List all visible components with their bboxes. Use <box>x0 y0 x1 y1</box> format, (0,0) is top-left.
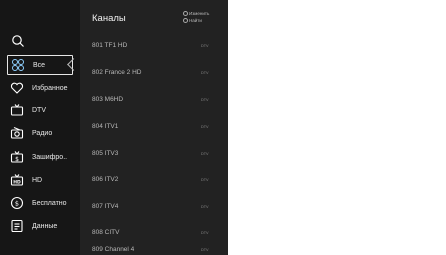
channel-type: DTV <box>201 125 209 129</box>
channel-type: DTV <box>201 152 209 156</box>
tv-icon <box>10 103 24 117</box>
search-icon[interactable] <box>11 34 25 48</box>
sidebar-item-label: Все <box>33 61 46 69</box>
sidebar-item-favorites[interactable]: Избранное <box>7 78 73 98</box>
category-sidebar: Все Избранное DTV Радио $ Зашифро.. HD H… <box>0 0 80 255</box>
free-icon: $ <box>10 196 24 210</box>
channel-row[interactable]: 807 ITV4 DTV <box>80 193 228 220</box>
channel-type: DTV <box>201 178 209 182</box>
channel-type: DTV <box>201 205 209 209</box>
channel-row[interactable]: 806 ITV2 DTV <box>80 166 228 193</box>
sidebar-item-all[interactable]: Все <box>7 55 73 75</box>
channel-row[interactable]: 809 Channel 4 DTV <box>80 236 228 255</box>
channel-row[interactable]: 802 France 2 HD DTV <box>80 59 228 86</box>
sidebar-item-radio[interactable]: Радио <box>7 123 73 143</box>
radio-icon <box>10 126 24 140</box>
channel-row[interactable]: 801 TF1 HD DTV <box>80 32 228 59</box>
sidebar-item-label: Данные <box>32 222 58 230</box>
key-hint-icon <box>183 18 188 23</box>
key-hint-icon <box>183 11 188 16</box>
channel-type: DTV <box>201 98 209 102</box>
channel-type: DTV <box>201 248 209 252</box>
sidebar-item-hd[interactable]: HD HD <box>7 170 73 190</box>
sidebar-item-label: Радио <box>32 129 53 137</box>
sidebar-item-label: Избранное <box>32 84 68 92</box>
panel-title: Каналы <box>92 13 126 24</box>
hd-tv-icon: HD <box>10 173 24 187</box>
channel-name: 808 CITV <box>92 229 120 236</box>
channel-name: 806 ITV2 <box>92 176 119 183</box>
sidebar-item-label: HD <box>32 176 43 184</box>
data-icon <box>10 219 24 233</box>
edit-hint[interactable]: Изменить <box>183 11 209 16</box>
channel-list-panel: Каналы Изменить Найти 801 TF1 HD DTV 802… <box>80 0 228 255</box>
channel-row[interactable]: 803 M6HD DTV <box>80 86 228 113</box>
sidebar-item-encrypted[interactable]: $ Зашифро.. <box>7 147 73 167</box>
channel-row[interactable]: 805 ITV3 DTV <box>80 140 228 167</box>
channel-name: 801 TF1 HD <box>92 42 128 49</box>
svg-text:$: $ <box>15 156 19 163</box>
channel-name: 805 ITV3 <box>92 150 119 157</box>
channel-name: 807 ITV4 <box>92 203 119 210</box>
channel-type: DTV <box>201 44 209 48</box>
sidebar-item-label: DTV <box>32 106 46 114</box>
sidebar-item-free[interactable]: $ Бесплатно <box>7 193 73 213</box>
heart-icon <box>10 81 24 95</box>
dollar-tv-icon: $ <box>10 150 24 164</box>
sidebar-item-label: Бесплатно <box>32 199 67 207</box>
sidebar-item-data[interactable]: Данные <box>7 216 73 236</box>
channel-name: 804 ITV1 <box>92 123 119 130</box>
channel-name: 803 M6HD <box>92 96 124 103</box>
find-hint[interactable]: Найти <box>183 18 202 23</box>
sidebar-item-label: Зашифро.. <box>32 153 68 161</box>
svg-text:$: $ <box>15 199 19 207</box>
channel-name: 809 Channel 4 <box>92 246 135 253</box>
svg-text:HD: HD <box>13 180 21 186</box>
channel-row[interactable]: 804 ITV1 DTV <box>80 113 228 140</box>
sidebar-item-dtv[interactable]: DTV <box>7 100 73 120</box>
channel-type: DTV <box>201 231 209 235</box>
preview-area <box>228 0 446 255</box>
grid-icon <box>11 58 25 72</box>
channel-type: DTV <box>201 71 209 75</box>
channel-name: 802 France 2 HD <box>92 69 142 76</box>
